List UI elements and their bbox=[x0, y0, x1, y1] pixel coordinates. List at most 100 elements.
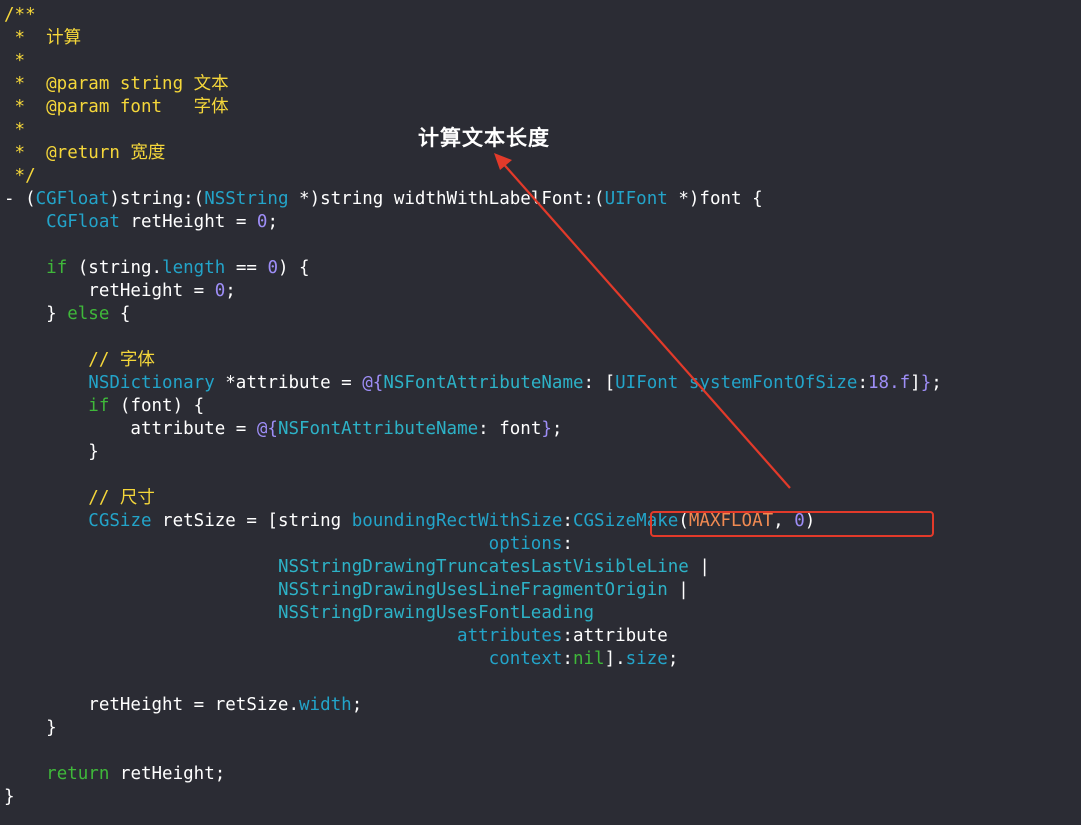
code-line: * @param font 字体 bbox=[4, 96, 229, 119]
code-token: 18.f bbox=[868, 373, 911, 393]
code-token: : font bbox=[478, 419, 542, 439]
code-token: (font) { bbox=[109, 396, 205, 416]
code-token: { bbox=[109, 304, 131, 324]
code-token: else bbox=[67, 304, 110, 324]
code-token: 0 bbox=[794, 511, 805, 531]
code-token: systemFontOfSize bbox=[688, 373, 858, 393]
code-token: // 字体 bbox=[4, 350, 155, 370]
code-token: } bbox=[920, 373, 932, 393]
code-line: if (string.length == 0) { bbox=[4, 257, 310, 280]
code-token: NSDictionary bbox=[88, 373, 215, 393]
code-line: if (font) { bbox=[4, 395, 204, 418]
code-token: ; bbox=[931, 373, 942, 393]
code-token: attributes bbox=[457, 626, 563, 646]
code-token: MAXFLOAT bbox=[688, 511, 774, 531]
code-token: ] bbox=[910, 373, 921, 393]
code-token: * @return 宽度 bbox=[4, 143, 166, 163]
code-line: } bbox=[4, 786, 15, 809]
code-token: retHeight; bbox=[109, 764, 226, 784]
code-token: length bbox=[162, 258, 226, 278]
code-token: , bbox=[773, 511, 795, 531]
code-line: retHeight = retSize.width; bbox=[4, 694, 362, 717]
code-line: // 尺寸 bbox=[4, 487, 155, 510]
code-token: retHeight = bbox=[4, 281, 215, 301]
code-token: ; bbox=[267, 212, 278, 232]
code-token: - ( bbox=[4, 189, 36, 209]
code-token: )string:( bbox=[109, 189, 205, 209]
code-token: | bbox=[688, 557, 710, 577]
code-line: - (CGFloat)string:(NSString *)string wid… bbox=[4, 188, 763, 211]
code-token: } bbox=[4, 787, 15, 807]
code-token: ) { bbox=[277, 258, 310, 278]
code-token: ; bbox=[225, 281, 236, 301]
code-token: retHeight = bbox=[119, 212, 257, 232]
code-token: == bbox=[225, 258, 268, 278]
code-line: CGFloat retHeight = 0; bbox=[4, 211, 278, 234]
code-token: *)string widthWithLabelFont:( bbox=[288, 189, 605, 209]
code-token: boundingRectWithSize bbox=[351, 511, 563, 531]
code-line: attribute = @{NSFontAttributeName: font}… bbox=[4, 418, 562, 441]
code-token: * bbox=[4, 51, 26, 71]
code-token: options bbox=[488, 534, 563, 554]
code-token: NSStringDrawingUsesLineFragmentOrigin bbox=[277, 580, 668, 600]
code-token: NSFontAttributeName bbox=[277, 419, 479, 439]
code-line: CGSize retSize = [string boundingRectWit… bbox=[4, 510, 815, 533]
code-token: nil bbox=[572, 649, 605, 669]
code-token: if bbox=[88, 396, 110, 416]
code-token: : bbox=[857, 373, 869, 393]
code-line: * bbox=[4, 50, 26, 73]
code-token: /** bbox=[4, 5, 36, 25]
code-token: retSize = [string bbox=[151, 511, 352, 531]
code-token: ; bbox=[551, 419, 563, 439]
code-token: * bbox=[4, 120, 26, 140]
code-token: NSStringDrawingUsesFontLeading bbox=[277, 603, 595, 623]
code-token: *attribute = bbox=[214, 373, 363, 393]
code-token: * 计算 bbox=[4, 28, 82, 48]
code-token: : bbox=[562, 511, 573, 531]
code-token: @{ bbox=[362, 373, 384, 393]
code-token: attribute = bbox=[4, 419, 257, 439]
code-token: if bbox=[46, 258, 68, 278]
code-line: * 计算 bbox=[4, 27, 82, 50]
code-token: * @param font 字体 bbox=[4, 97, 229, 117]
code-line: attributes:attribute bbox=[4, 625, 668, 648]
code-token: ]. bbox=[604, 649, 626, 669]
code-line: } else { bbox=[4, 303, 130, 326]
code-token: size bbox=[625, 649, 668, 669]
code-token: ; bbox=[667, 649, 679, 669]
code-token: UIFont bbox=[615, 373, 679, 393]
code-token: return bbox=[46, 764, 110, 784]
code-line: * bbox=[4, 119, 26, 142]
code-token: 0 bbox=[256, 212, 268, 232]
code-token: ) bbox=[804, 511, 816, 531]
code-token: 0 bbox=[214, 281, 226, 301]
code-line: */ bbox=[4, 165, 36, 188]
code-token: @{ bbox=[256, 419, 278, 439]
code-token: UIFont bbox=[604, 189, 668, 209]
code-token: */ bbox=[4, 166, 36, 186]
code-token: ( bbox=[678, 511, 689, 531]
code-token: CGSize bbox=[88, 511, 152, 531]
code-token: NSString bbox=[204, 189, 289, 209]
code-token: CGFloat bbox=[35, 189, 110, 209]
code-token: | bbox=[667, 580, 689, 600]
code-token: } bbox=[4, 304, 68, 324]
code-token: } bbox=[4, 718, 57, 738]
code-token: 0 bbox=[267, 258, 278, 278]
code-line: return retHeight; bbox=[4, 763, 225, 786]
code-line: NSStringDrawingTruncatesLastVisibleLine … bbox=[4, 556, 710, 579]
code-token: } bbox=[4, 442, 99, 462]
annotation-label: 计算文本长度 bbox=[418, 126, 550, 150]
